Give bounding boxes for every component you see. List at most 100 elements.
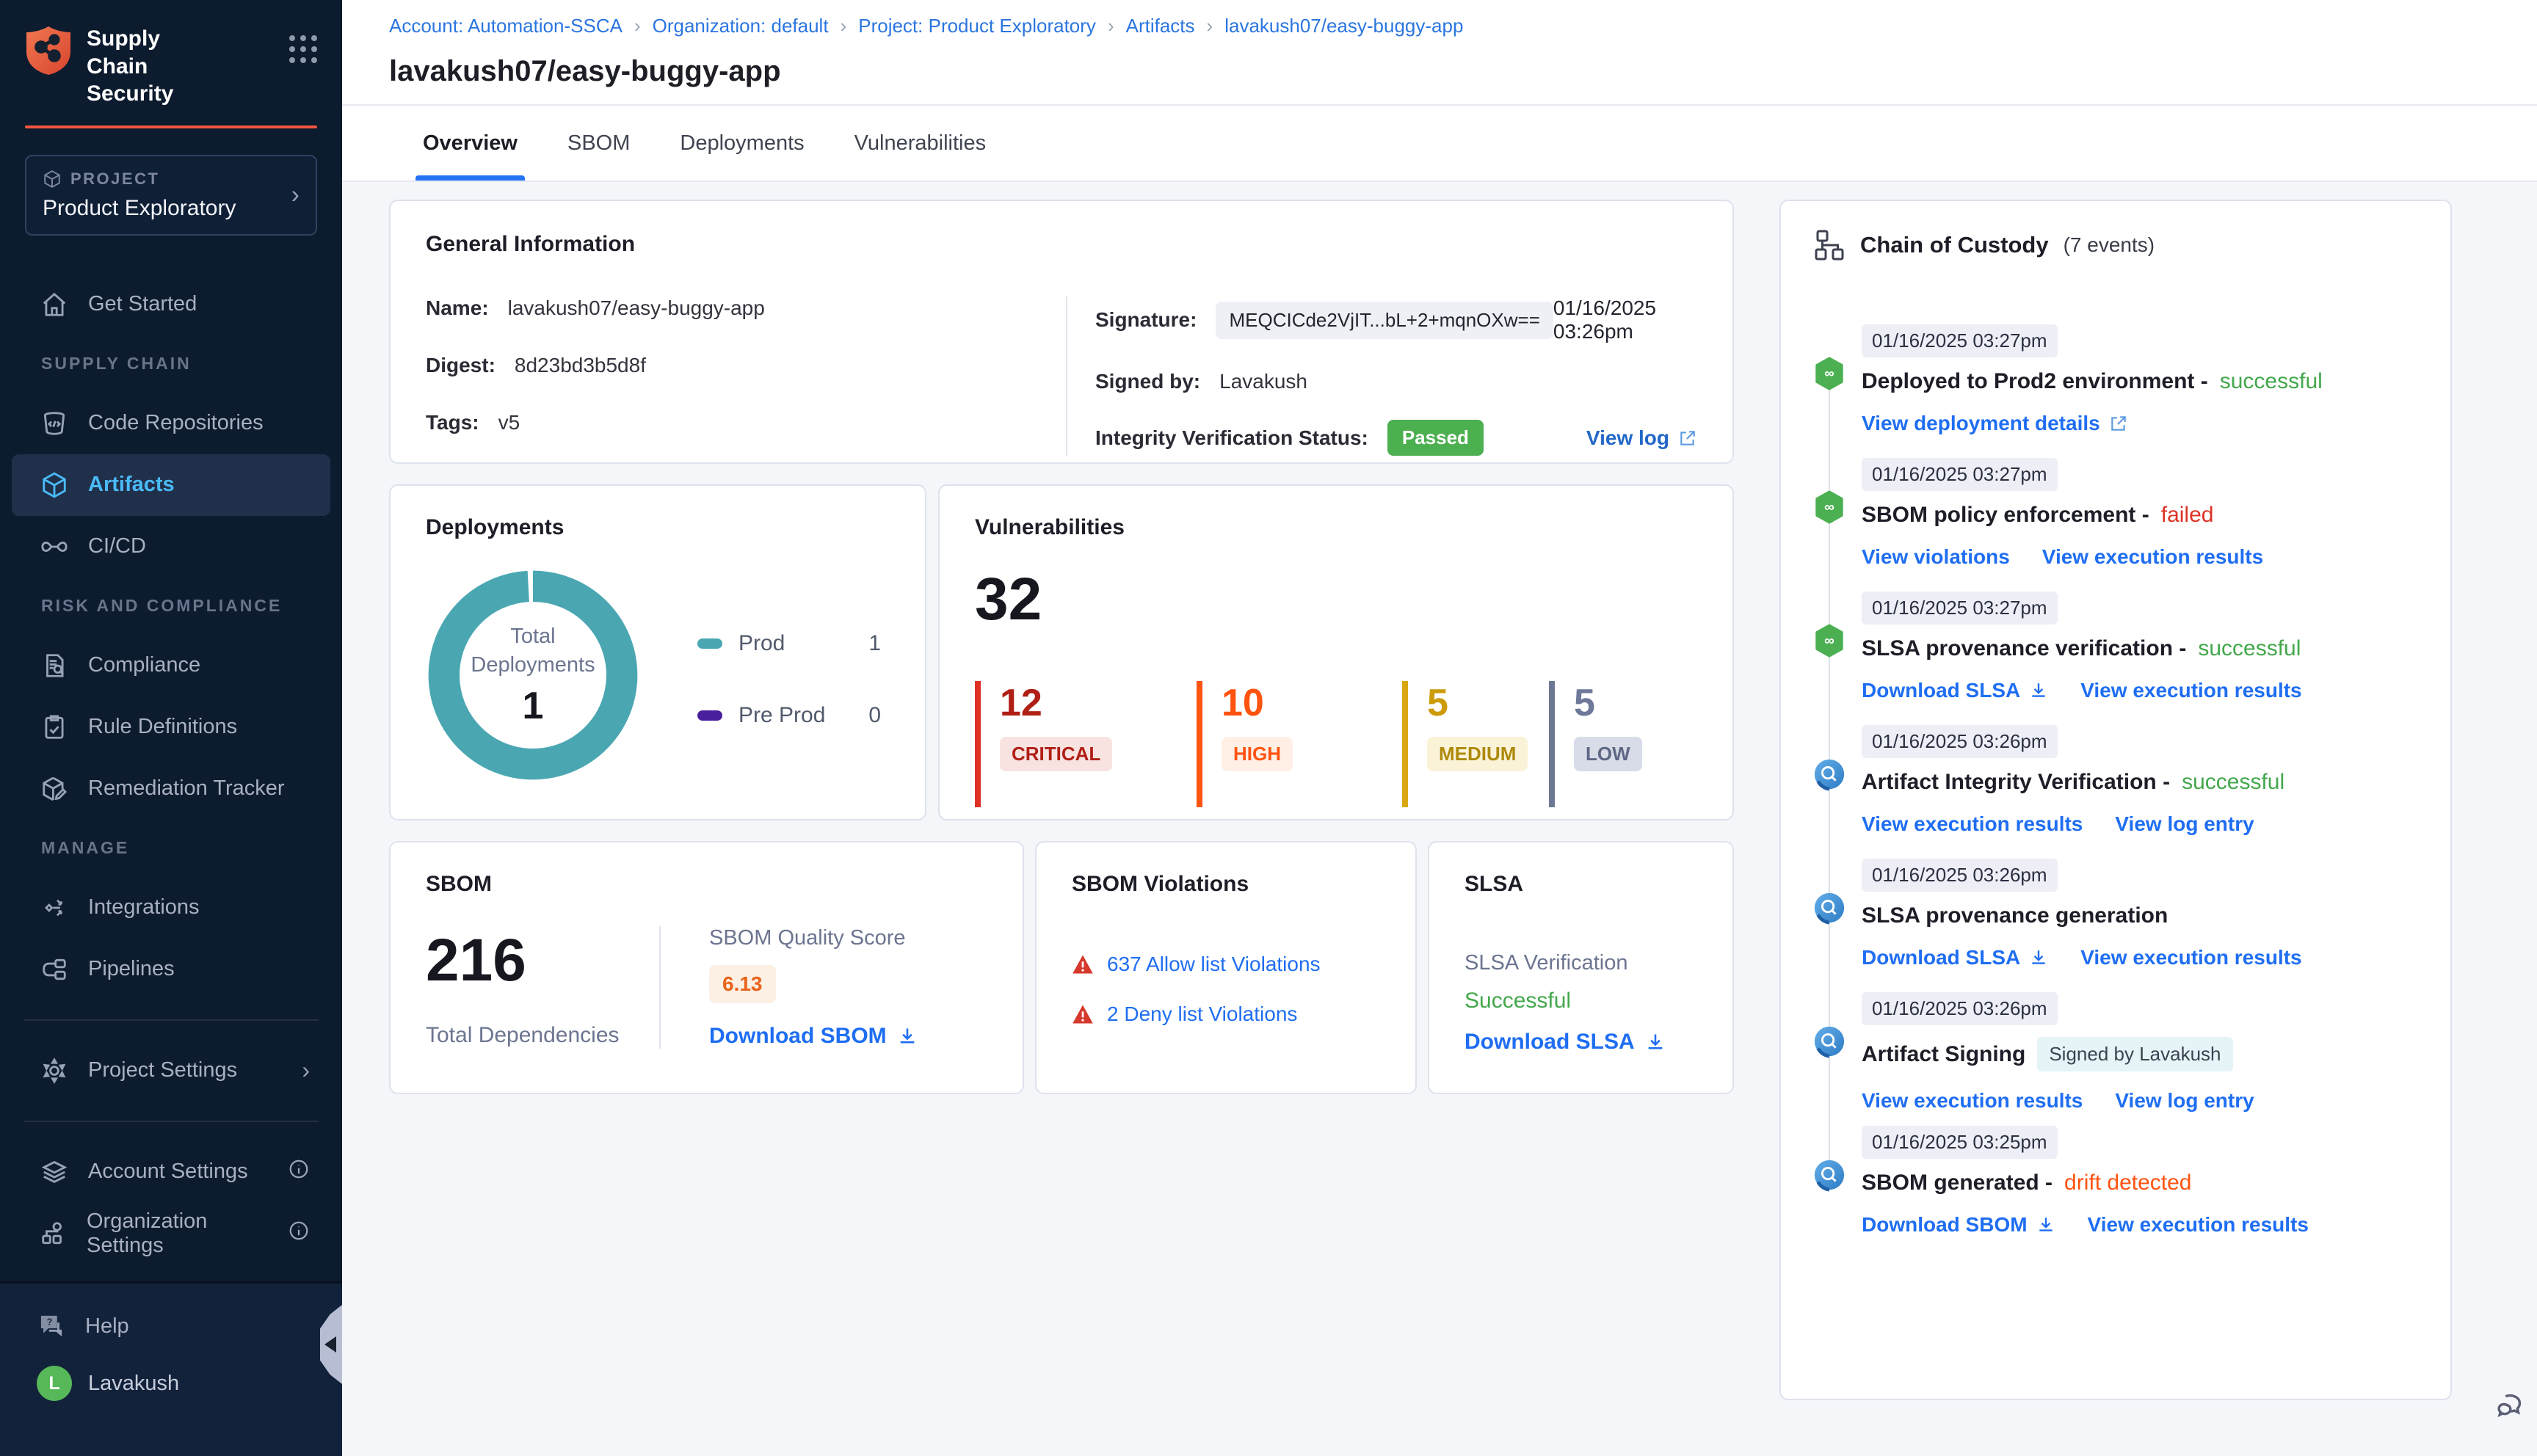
card-title: SBOM <box>426 872 492 896</box>
tab-overview[interactable]: Overview <box>415 106 525 181</box>
chain-event: 01/16/2025 03:26pm SLSA provenance gener… <box>1813 859 2418 992</box>
allow-list-violations-row: 637 Allow list Violations <box>1072 953 1380 976</box>
svg-text:?: ? <box>47 1317 53 1328</box>
org-hierarchy-gear-icon <box>40 1220 68 1248</box>
download-sbom-link[interactable]: Download SBOM <box>1862 1213 2055 1237</box>
chain-title: Chain of Custody <box>1860 232 2049 258</box>
info-icon[interactable] <box>288 1220 310 1248</box>
signature-timestamp: 01/16/2025 03:26pm <box>1553 296 1657 343</box>
download-slsa-link[interactable]: Download SLSA <box>1862 679 2048 702</box>
event-timestamp: 01/16/2025 03:27pm <box>1862 592 2058 625</box>
breadcrumb-organization[interactable]: Organization: default <box>653 15 829 37</box>
page-header: Account: Automation-SSCA › Organization: … <box>342 0 2537 106</box>
view-log-entry-link[interactable]: View log entry <box>2115 812 2254 836</box>
sidebar-item-rule-definitions[interactable]: Rule Definitions <box>0 696 342 758</box>
info-icon[interactable] <box>288 1158 310 1186</box>
legend-item-pre-prod: Pre Prod 0 <box>697 703 881 728</box>
scan-circle-icon <box>1814 759 1845 791</box>
view-execution-results-link[interactable]: View execution results <box>1862 1089 2083 1113</box>
tab-sbom[interactable]: SBOM <box>563 106 634 181</box>
view-violations-link[interactable]: View violations <box>1862 545 2010 569</box>
section-header-manage: MANAGE <box>41 838 130 857</box>
user-menu[interactable]: L Lavakush <box>0 1366 342 1401</box>
view-execution-results-link[interactable]: View execution results <box>2080 679 2301 702</box>
download-slsa-link[interactable]: Download SLSA <box>1862 946 2048 969</box>
project-selector[interactable]: PROJECT Product Exploratory › <box>25 154 317 236</box>
breadcrumb-project[interactable]: Project: Product Exploratory <box>858 15 1096 37</box>
breadcrumb-artifacts[interactable]: Artifacts <box>1126 15 1195 37</box>
chain-event: 01/16/2025 03:26pm Artifact Integrity Ve… <box>1813 725 2418 859</box>
warning-icon <box>1072 1005 1093 1024</box>
app-switcher-icon[interactable] <box>289 35 317 63</box>
sidebar-item-cicd[interactable]: CI/CD <box>0 516 342 578</box>
help-chat-icon: ? <box>37 1312 66 1340</box>
sidebar-item-pipelines[interactable]: Pipelines <box>0 939 342 1000</box>
content-area: General Information Name: lavakush07/eas… <box>342 183 2537 1456</box>
tab-deployments[interactable]: Deployments <box>675 106 808 181</box>
sidebar-item-get-started[interactable]: Get Started <box>0 274 342 335</box>
event-timestamp: 01/16/2025 03:27pm <box>1862 458 2058 491</box>
sidebar-item-remediation-tracker[interactable]: Remediation Tracker <box>0 758 342 820</box>
chain-timeline: ∞ 01/16/2025 03:27pm Deployed to Prod2 e… <box>1813 324 2418 1237</box>
view-log-entry-link[interactable]: View log entry <box>2115 1089 2254 1113</box>
signature-row: Signature: MEQCICde2VjIT...bL+2+mqnOXw==… <box>1095 296 1697 343</box>
main-area: Account: Automation-SSCA › Organization: … <box>342 0 2537 1456</box>
view-execution-results-link[interactable]: View execution results <box>2088 1213 2309 1237</box>
integrations-icon <box>40 894 69 922</box>
avatar: L <box>37 1366 72 1401</box>
chevron-right-icon: › <box>291 181 300 208</box>
home-icon <box>40 291 69 318</box>
sidebar-item-project-settings[interactable]: Project Settings › <box>0 1040 342 1102</box>
breadcrumb-account[interactable]: Account: Automation-SSCA <box>389 15 623 37</box>
sbom-total-label: Total Dependencies <box>426 1023 620 1047</box>
sidebar-item-organization-settings[interactable]: Organization Settings <box>0 1203 342 1264</box>
event-timestamp: 01/16/2025 03:27pm <box>1862 324 2058 357</box>
scan-circle-icon <box>1814 892 1845 925</box>
slsa-verification-status: Successful <box>1465 989 1572 1013</box>
integrity-row: Integrity Verification Status: Passed Vi… <box>1095 420 1697 456</box>
download-slsa-link[interactable]: Download SLSA <box>1465 1030 1697 1055</box>
signature-value[interactable]: MEQCICde2VjIT...bL+2+mqnOXw== <box>1216 301 1553 339</box>
vulnerabilities-total: 32 <box>975 566 1042 633</box>
severity-critical: 12 CRITICAL <box>975 681 1197 807</box>
card-title: Vulnerabilities <box>975 515 1125 539</box>
sidebar-item-integrations[interactable]: Integrations <box>0 877 342 939</box>
status-badge: Passed <box>1387 420 1484 456</box>
project-name: Product Exploratory <box>43 195 236 220</box>
view-execution-results-link[interactable]: View execution results <box>1862 812 2083 836</box>
chain-event: ∞ 01/16/2025 03:27pm SLSA provenance ver… <box>1813 592 2418 725</box>
sidebar-item-artifacts[interactable]: Artifacts <box>12 454 330 516</box>
tab-vulnerabilities[interactable]: Vulnerabilities <box>850 106 990 181</box>
view-deployment-details-link[interactable]: View deployment details <box>1862 412 2128 435</box>
download-sbom-link[interactable]: Download SBOM <box>709 1024 918 1049</box>
breadcrumb-artifact-name[interactable]: lavakush07/easy-buggy-app <box>1224 15 1463 37</box>
sidebar-item-help[interactable]: ? Help <box>0 1297 342 1355</box>
svg-text:∞: ∞ <box>1824 633 1834 649</box>
event-title: Artifact Signing Signed by Lavakush <box>1862 1037 2418 1071</box>
collapse-arrow-icon <box>324 1336 336 1353</box>
pipeline-hexagon-icon: ∞ <box>1815 357 1843 390</box>
allow-list-violations-link[interactable]: 637 Allow list Violations <box>1107 953 1321 976</box>
breadcrumb-separator: › <box>1107 15 1114 37</box>
sidebar-item-account-settings[interactable]: Account Settings <box>0 1141 342 1203</box>
pre-prod-swatch <box>697 710 722 721</box>
feedback-chat-icon[interactable] <box>2493 1389 2527 1427</box>
signed-by-badge: Signed by Lavakush <box>2037 1037 2233 1071</box>
document-search-icon <box>40 652 69 680</box>
breadcrumb-separator: › <box>634 15 641 37</box>
sbom-card: SBOM 216 Total Dependencies SBOM Quality… <box>389 841 1024 1094</box>
event-title: SBOM generated - drift detected <box>1862 1171 2192 1195</box>
sidebar-item-compliance[interactable]: Compliance <box>0 635 342 696</box>
view-execution-results-link[interactable]: View execution results <box>2080 946 2301 969</box>
code-repo-icon <box>40 410 69 437</box>
view-log-link[interactable]: View log <box>1586 426 1697 450</box>
chevron-right-icon: › <box>302 1057 310 1083</box>
sidebar-item-code-repositories[interactable]: Code Repositories <box>0 393 342 454</box>
breadcrumb-separator: › <box>1206 15 1213 37</box>
cube-icon <box>40 471 69 499</box>
view-execution-results-link[interactable]: View execution results <box>2042 545 2263 569</box>
deny-list-violations-link[interactable]: 2 Deny list Violations <box>1107 1002 1297 1026</box>
chain-of-custody-card: Chain of Custody (7 events) ∞ 01/16/2025… <box>1779 200 2452 1400</box>
legend-item-prod: Prod 1 <box>697 631 881 656</box>
hierarchy-icon <box>1815 230 1844 261</box>
